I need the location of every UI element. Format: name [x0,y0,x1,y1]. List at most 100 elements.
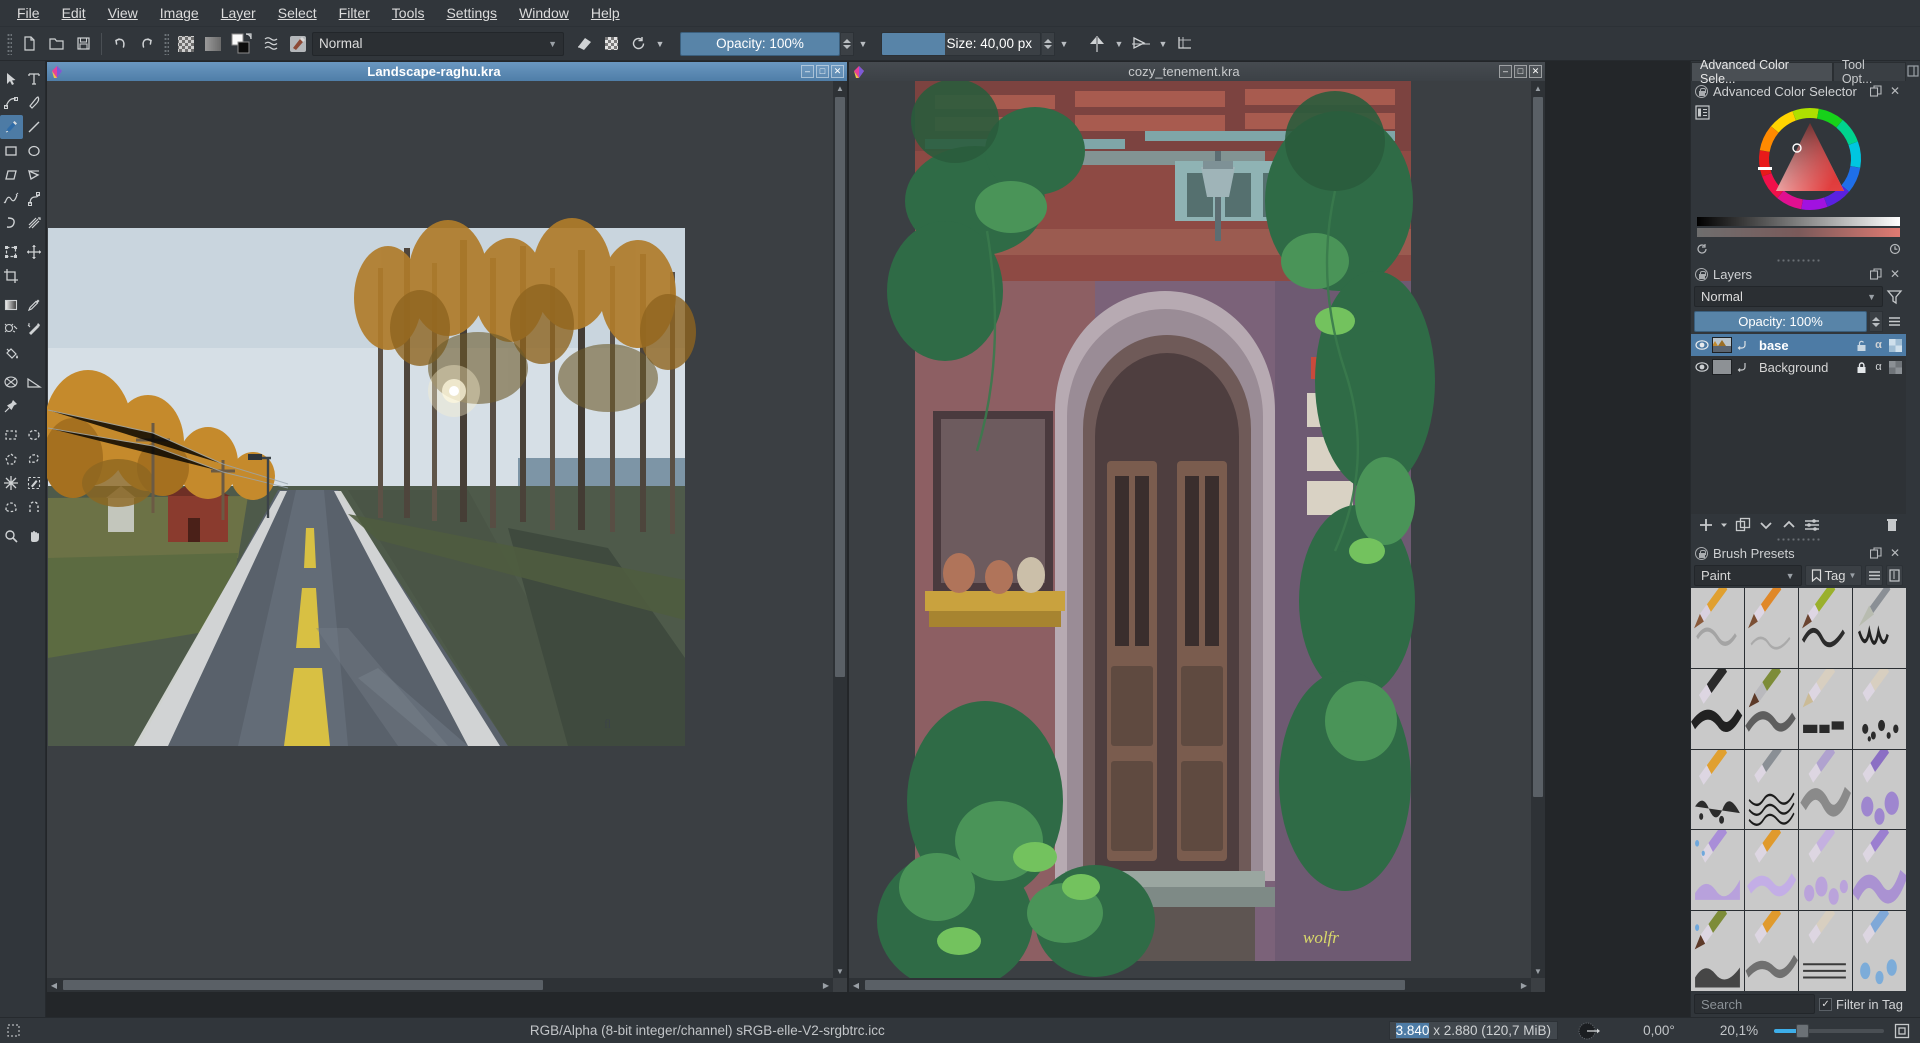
scroll-left-icon[interactable]: ◀ [849,978,863,992]
layer-visibility-icon[interactable] [1694,338,1709,353]
canvas-vertical-scrollbar-2[interactable]: ▲ ▼ [1531,81,1545,978]
tool-colorize-mask[interactable] [0,317,23,341]
brush-preset-item[interactable] [1799,669,1852,749]
scroll-left-icon[interactable]: ◀ [47,978,61,992]
add-layer-dropdown[interactable] [1720,517,1728,534]
brush-preset-item[interactable] [1745,669,1798,749]
new-document-button[interactable] [16,31,42,57]
brush-tag-combo[interactable]: Paint ▼ [1694,565,1802,586]
subwindow-landscape[interactable]: Landscape-raghu.kra – □ ✕ [47,62,847,992]
tool-dynamic-brush[interactable] [0,211,23,235]
dock-splitter-2[interactable] [1691,536,1906,543]
brush-preset-item[interactable] [1853,669,1906,749]
tool-freehand-selection[interactable] [23,447,46,471]
minimize-button[interactable]: – [801,65,814,78]
tool-assistant-pin[interactable] [0,394,23,418]
tool-magnetic-selection[interactable] [23,495,46,519]
tool-polygonal-selection[interactable] [0,447,23,471]
minimize-button[interactable]: – [1499,65,1512,78]
move-layer-down-button[interactable] [1757,517,1774,534]
tool-rectangular-selection[interactable] [0,423,23,447]
move-layer-up-button[interactable] [1780,517,1797,534]
brush-preset-item[interactable] [1853,830,1906,910]
close-icon[interactable]: ✕ [1888,546,1902,560]
scroll-right-icon[interactable]: ▶ [1517,978,1531,992]
pattern-swatch-button[interactable] [173,31,199,57]
brush-preset-item[interactable] [1799,750,1852,830]
tool-ellipse[interactable] [23,139,46,163]
mirror-vertical-dropdown[interactable]: ▼ [1155,32,1171,56]
tool-color-picker[interactable] [23,293,46,317]
tool-move[interactable] [23,240,46,264]
canvas-cozy-tenement[interactable]: wolfr ▲ ▼ ◀ ▶ [849,81,1545,992]
blending-mode-combo[interactable]: Normal ▼ [312,32,564,56]
zoom-slider[interactable] [1774,1024,1884,1038]
tool-rectangle[interactable] [0,139,23,163]
color-wheel[interactable] [1717,103,1902,215]
close-icon[interactable]: ✕ [1888,267,1902,281]
tool-gradient[interactable] [0,293,23,317]
dock-splitter-1[interactable] [1691,257,1906,264]
layer-style-icon[interactable] [1735,360,1750,375]
float-dock-icon[interactable] [1869,267,1883,281]
value-gradient-bar[interactable] [1697,217,1900,226]
layer-list-empty-space[interactable] [1691,378,1906,514]
scroll-thumb[interactable] [865,980,1405,990]
tool-zoom[interactable] [0,524,23,548]
close-button[interactable]: ✕ [831,65,844,78]
tag-button[interactable]: Tag ▼ [1805,565,1863,586]
layer-list[interactable]: base α [1691,334,1906,514]
gradient-swatch-button[interactable] [200,31,226,57]
tool-elliptical-selection[interactable] [23,423,46,447]
tool-line[interactable] [23,115,46,139]
tool-bezier-selection[interactable] [0,495,23,519]
preset-list-button[interactable] [258,31,284,57]
brush-preset-item[interactable] [1853,750,1906,830]
scroll-thumb[interactable] [63,980,543,990]
brush-preset-item[interactable] [1691,588,1744,668]
brush-preset-item[interactable] [1799,588,1852,668]
menu-window[interactable]: Window [508,0,580,26]
advanced-color-selector[interactable] [1691,101,1906,241]
reset-color-icon[interactable] [1695,242,1709,256]
dock-lock-icon[interactable] [1695,268,1708,281]
layer-name[interactable]: base [1753,338,1851,353]
delete-layer-button[interactable] [1883,517,1900,534]
mirror-horizontal-button[interactable] [1084,31,1110,57]
dock-tab-tool-options[interactable]: Tool Opt... [1833,62,1906,81]
brush-size-slider[interactable]: Size: 40,00 px [881,32,1041,56]
wrap-around-button[interactable] [1172,31,1198,57]
color-value-bars[interactable] [1695,215,1902,237]
brush-preset-item[interactable] [1745,750,1798,830]
menu-filter[interactable]: Filter [328,0,381,26]
brush-preset-item[interactable] [1691,669,1744,749]
hamburger-menu-icon[interactable] [1886,313,1903,330]
brush-preset-item[interactable] [1745,830,1798,910]
duplicate-layer-button[interactable] [1734,517,1751,534]
scroll-thumb[interactable] [1533,97,1543,797]
brush-preset-item[interactable] [1691,750,1744,830]
menu-file[interactable]: File [6,0,51,26]
scroll-up-icon[interactable]: ▲ [1531,81,1545,95]
menu-image[interactable]: Image [149,0,210,26]
layer-style-icon[interactable] [1735,338,1750,353]
scroll-down-icon[interactable]: ▼ [1531,964,1545,978]
layer-visibility-icon[interactable] [1694,360,1709,375]
layer-unlocked-icon[interactable] [1854,338,1869,353]
toolbar-grip[interactable] [7,33,12,55]
tool-contiguous-selection[interactable] [0,471,23,495]
color-history-icon[interactable] [1888,242,1902,256]
canvas-horizontal-scrollbar-1[interactable]: ◀ ▶ [47,978,833,992]
dock-lock-icon[interactable] [1695,547,1708,560]
tool-edit-shapes[interactable] [0,91,23,115]
scroll-right-icon[interactable]: ▶ [819,978,833,992]
dock-lock-icon[interactable] [1695,85,1708,98]
close-icon[interactable]: ✕ [1888,84,1902,98]
reload-preset-button[interactable] [625,31,651,57]
menu-select[interactable]: Select [267,0,328,26]
brush-size-dropdown[interactable]: ▼ [1056,32,1072,56]
layer-blend-mode-combo[interactable]: Normal ▼ [1694,286,1883,307]
checkbox-checked-icon[interactable]: ✓ [1819,998,1832,1011]
layer-name[interactable]: Background [1753,360,1851,375]
layer-row-base[interactable]: base α [1691,334,1906,356]
